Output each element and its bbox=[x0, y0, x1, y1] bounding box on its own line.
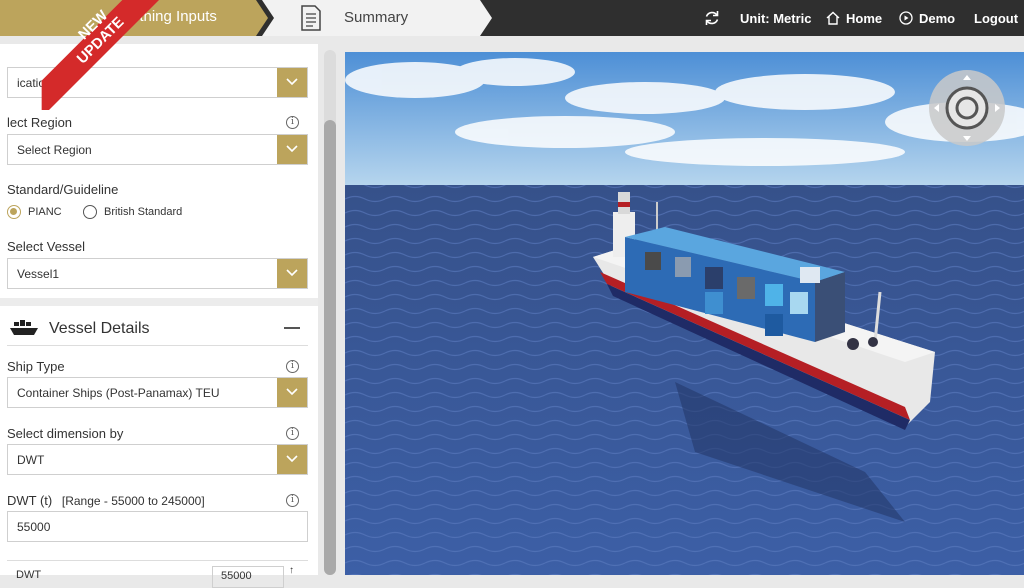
vessel-select[interactable]: Vessel1 bbox=[7, 258, 308, 289]
ship-type-value: Container Ships (Post-Panamax) TEU bbox=[17, 386, 220, 400]
info-icon[interactable]: i bbox=[286, 494, 299, 507]
dwt-row: DWT 55000 ↑ bbox=[7, 560, 308, 588]
collapse-icon[interactable] bbox=[284, 327, 300, 329]
chevron-down-icon bbox=[286, 269, 298, 277]
dimension-select[interactable]: DWT bbox=[7, 444, 308, 475]
unit-label: Unit: Metric bbox=[740, 10, 812, 26]
chevron-down-icon bbox=[286, 78, 298, 86]
sort-icon[interactable]: ↑ bbox=[289, 565, 294, 576]
radio-british-standard[interactable]: British Standard bbox=[83, 205, 182, 219]
demo-link[interactable]: Demo bbox=[899, 0, 955, 36]
vessel-3d-viewport[interactable] bbox=[345, 52, 1024, 575]
vessel-label: Select Vessel bbox=[7, 239, 86, 254]
standard-label: Standard/Guideline bbox=[7, 182, 119, 197]
vessel-details-panel: Vessel Details Ship Type i Container Shi… bbox=[0, 306, 318, 588]
play-icon bbox=[899, 11, 913, 25]
info-icon[interactable]: i bbox=[286, 360, 299, 373]
dwt-row-label: DWT bbox=[16, 569, 42, 581]
location-dropdown-toggle[interactable] bbox=[277, 68, 307, 97]
radio-pianc[interactable]: PIANC bbox=[7, 205, 62, 219]
region-select[interactable]: Select Region bbox=[7, 134, 308, 165]
chevron-down-icon bbox=[286, 145, 298, 153]
step-summary[interactable]: Summary bbox=[262, 0, 492, 36]
vessel-scene bbox=[345, 52, 1024, 575]
region-dropdown-toggle[interactable] bbox=[277, 135, 307, 164]
document-icon bbox=[301, 5, 321, 31]
demo-label: Demo bbox=[919, 10, 956, 26]
compass-control[interactable] bbox=[928, 69, 1006, 147]
refresh-icon bbox=[705, 11, 719, 25]
dwt-input[interactable]: 55000 bbox=[7, 511, 308, 542]
radio-pianc-label: PIANC bbox=[28, 206, 62, 218]
vessel-details-title: Vessel Details bbox=[49, 320, 150, 337]
dwt-row-input[interactable]: 55000 bbox=[212, 566, 284, 588]
ship-type-label: Ship Type bbox=[7, 359, 65, 374]
dimension-label: Select dimension by bbox=[7, 426, 124, 441]
sidebar: ication lect Region i Select Region Stan… bbox=[0, 44, 318, 588]
radio-british-standard-label: British Standard bbox=[104, 206, 183, 218]
divider bbox=[7, 345, 308, 346]
radio-selected-icon bbox=[7, 205, 21, 219]
dimension-value: DWT bbox=[17, 453, 45, 467]
vessel-value: Vessel1 bbox=[17, 267, 60, 281]
dwt-range: [Range - 55000 to 245000] bbox=[61, 494, 205, 508]
scrollbar-thumb[interactable] bbox=[324, 120, 336, 575]
home-icon bbox=[826, 11, 840, 25]
ship-type-select[interactable]: Container Ships (Post-Panamax) TEU bbox=[7, 377, 308, 408]
info-icon[interactable]: i bbox=[286, 427, 299, 440]
dwt-label-row: DWT (t) [Range - 55000 to 245000] bbox=[7, 493, 205, 508]
home-link[interactable]: Home bbox=[826, 0, 882, 36]
chevron-down-icon bbox=[286, 455, 298, 463]
logout-label: Logout bbox=[974, 10, 1019, 26]
info-icon[interactable]: i bbox=[286, 116, 299, 129]
vessel-dropdown-toggle[interactable] bbox=[277, 259, 307, 288]
refresh-button[interactable] bbox=[703, 0, 727, 36]
logout-link[interactable]: Logout bbox=[974, 0, 1018, 36]
ship-type-dropdown-toggle[interactable] bbox=[277, 378, 307, 407]
sidebar-scrollbar[interactable] bbox=[324, 50, 336, 575]
unit-toggle[interactable]: Unit: Metric bbox=[740, 0, 812, 36]
step-summary-label: Summary bbox=[344, 9, 409, 26]
dimension-dropdown-toggle[interactable] bbox=[277, 445, 307, 474]
region-value: Select Region bbox=[17, 143, 92, 157]
chevron-down-icon bbox=[286, 388, 298, 396]
home-label: Home bbox=[846, 10, 883, 26]
ship-icon bbox=[10, 320, 38, 335]
dwt-label: DWT (t) bbox=[7, 493, 53, 508]
radio-unselected-icon bbox=[83, 205, 97, 219]
new-update-badge: NEW UPDATE bbox=[41, 0, 159, 110]
region-label: lect Region bbox=[7, 115, 73, 130]
